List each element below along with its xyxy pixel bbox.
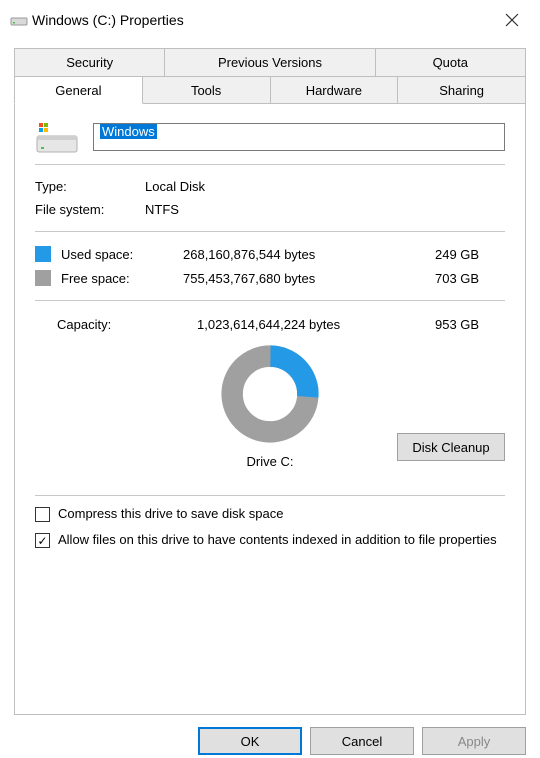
separator xyxy=(35,231,505,232)
separator xyxy=(35,300,505,301)
drive-icon xyxy=(35,122,79,152)
used-space-label: Used space: xyxy=(61,247,179,262)
tab-security[interactable]: Security xyxy=(14,48,165,76)
cancel-button[interactable]: Cancel xyxy=(310,727,414,755)
tab-hardware[interactable]: Hardware xyxy=(270,76,399,104)
capacity-label: Capacity: xyxy=(57,317,197,332)
usage-donut-chart xyxy=(220,344,320,444)
index-checkbox[interactable] xyxy=(35,533,50,548)
index-label: Allow files on this drive to have conten… xyxy=(58,532,497,547)
free-space-bytes: 755,453,767,680 bytes xyxy=(183,271,431,286)
filesystem-label: File system: xyxy=(35,202,145,217)
tab-tools[interactable]: Tools xyxy=(142,76,271,104)
apply-button[interactable]: Apply xyxy=(422,727,526,755)
drive-name-input[interactable]: Windows xyxy=(93,123,505,151)
filesystem-value: NTFS xyxy=(145,202,179,217)
drive-letter-label: Drive C: xyxy=(247,454,294,469)
capacity-size: 953 GB xyxy=(435,317,505,332)
used-space-size: 249 GB xyxy=(435,247,505,262)
tabs-container: Security Previous Versions Quota General… xyxy=(0,40,540,715)
separator xyxy=(35,164,505,165)
titlebar: Windows (C:) Properties xyxy=(0,0,540,40)
window-title: Windows (C:) Properties xyxy=(28,12,490,28)
compress-checkbox[interactable] xyxy=(35,507,50,522)
tab-quota[interactable]: Quota xyxy=(375,48,526,76)
free-space-label: Free space: xyxy=(61,271,179,286)
ok-button[interactable]: OK xyxy=(198,727,302,755)
capacity-bytes: 1,023,614,644,224 bytes xyxy=(197,317,435,332)
used-space-swatch xyxy=(35,246,51,262)
tab-previous-versions[interactable]: Previous Versions xyxy=(164,48,375,76)
disk-cleanup-button[interactable]: Disk Cleanup xyxy=(397,433,505,461)
tab-sharing[interactable]: Sharing xyxy=(397,76,526,104)
drive-mini-icon xyxy=(10,10,28,31)
type-value: Local Disk xyxy=(145,179,205,194)
compress-label: Compress this drive to save disk space xyxy=(58,506,283,521)
tab-content-general: Windows Type: Local Disk File system: NT… xyxy=(14,103,526,715)
drive-name-value: Windows xyxy=(100,124,157,139)
used-space-bytes: 268,160,876,544 bytes xyxy=(183,247,431,262)
separator xyxy=(35,495,505,496)
close-button[interactable] xyxy=(490,4,534,36)
free-space-swatch xyxy=(35,270,51,286)
tab-general[interactable]: General xyxy=(14,76,143,104)
type-label: Type: xyxy=(35,179,145,194)
free-space-size: 703 GB xyxy=(435,271,505,286)
dialog-button-row: OK Cancel Apply xyxy=(0,715,540,755)
